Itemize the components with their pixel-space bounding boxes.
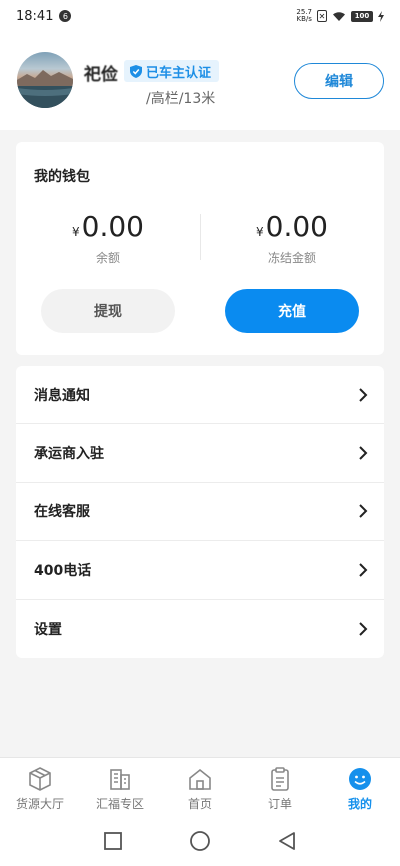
nav-item-label: 汇福专区: [95, 797, 144, 811]
status-time: 18:41: [16, 8, 54, 24]
clipboard-icon: [271, 767, 289, 791]
wallet-title: 我的钱包: [34, 169, 90, 185]
currency-symbol: ¥: [256, 225, 264, 239]
battery-icon: 100: [351, 10, 373, 22]
avatar-landscape-image: [17, 70, 73, 108]
certification-badge: 已车主认证: [124, 60, 220, 82]
nav-item-label: 货源大厅: [15, 797, 64, 811]
recent-apps-icon[interactable]: [102, 830, 124, 852]
menu-item-carrier-join[interactable]: 承运商入驻: [16, 424, 384, 483]
user-face-icon: [349, 768, 371, 790]
balance-value: 0.00: [81, 210, 144, 243]
certification-label: 已车主认证: [146, 65, 212, 81]
balance-amount: ¥ 0.00: [72, 210, 144, 243]
home-circle-icon[interactable]: [189, 830, 211, 852]
nav-item-home[interactable]: 首页: [160, 758, 240, 815]
chevron-right-icon: [359, 387, 368, 402]
chevron-right-icon: [359, 622, 368, 636]
nav-item-huifu-zone[interactable]: 汇福专区: [80, 758, 160, 815]
recharge-button[interactable]: 充值: [225, 289, 359, 333]
wallet-card: 我的钱包 ¥ 0.00 余额 ¥ 0.00 冻结金额 提现 充值: [16, 142, 384, 355]
menu-item-notifications[interactable]: 消息通知: [16, 366, 384, 425]
menu-item-label: 400电话: [34, 562, 92, 579]
notification-count-badge: 6: [59, 10, 72, 22]
frozen-amount: ¥ 0.00: [256, 210, 328, 243]
vehicle-info: /高栏/13米: [146, 91, 216, 107]
settings-menu: 消息通知 承运商入驻 在线客服 400电话 设置: [16, 366, 384, 658]
nav-item-label: 我的: [347, 797, 372, 811]
nav-item-orders[interactable]: 订单: [240, 758, 320, 815]
frozen-block[interactable]: ¥ 0.00 冻结金额: [200, 210, 384, 266]
menu-item-online-service[interactable]: 在线客服: [16, 483, 384, 542]
nav-item-label: 订单: [267, 797, 292, 811]
nav-item-label: 首页: [187, 797, 212, 811]
network-speed: 25.7 KB/s: [296, 8, 312, 23]
box-icon: [29, 767, 51, 791]
edit-profile-button[interactable]: 编辑: [294, 63, 384, 99]
system-nav-bar: [0, 815, 400, 866]
avatar[interactable]: [17, 52, 73, 108]
charging-icon: [378, 10, 384, 22]
menu-item-hotline[interactable]: 400电话: [16, 541, 384, 600]
menu-item-label: 设置: [34, 621, 62, 638]
currency-symbol: ¥: [72, 225, 80, 239]
frozen-value: 0.00: [265, 210, 328, 243]
bottom-nav: 货源大厅 汇福专区 首页 订单 我的: [0, 757, 400, 815]
no-sim-icon: ✕: [317, 10, 327, 22]
balance-block[interactable]: ¥ 0.00 余额: [16, 210, 200, 266]
home-icon: [189, 768, 211, 790]
user-name: 祀俭: [84, 65, 118, 85]
chevron-right-icon: [359, 446, 368, 460]
withdraw-button[interactable]: 提现: [41, 289, 175, 333]
back-triangle-icon[interactable]: [276, 830, 298, 852]
shield-check-icon: [130, 64, 142, 78]
building-icon: [110, 769, 130, 790]
nav-item-mine[interactable]: 我的: [320, 758, 400, 815]
status-bar: 18:41 6 25.7 KB/s ✕ 100: [0, 0, 400, 32]
menu-item-label: 在线客服: [34, 504, 90, 521]
chevron-right-icon: [359, 504, 368, 519]
menu-item-label: 消息通知: [34, 387, 90, 404]
menu-item-label: 承运商入驻: [34, 446, 104, 463]
chevron-right-icon: [359, 563, 368, 577]
profile-header: 祀俭 已车主认证 /高栏/13米 编辑: [0, 32, 400, 130]
status-icons: 25.7 KB/s ✕ 100: [296, 9, 384, 23]
frozen-label: 冻结金额: [267, 251, 316, 265]
nav-item-cargo-hall[interactable]: 货源大厅: [0, 758, 80, 815]
menu-item-settings[interactable]: 设置: [16, 600, 384, 658]
wifi-icon: [333, 11, 345, 21]
balance-label: 余额: [95, 251, 120, 265]
